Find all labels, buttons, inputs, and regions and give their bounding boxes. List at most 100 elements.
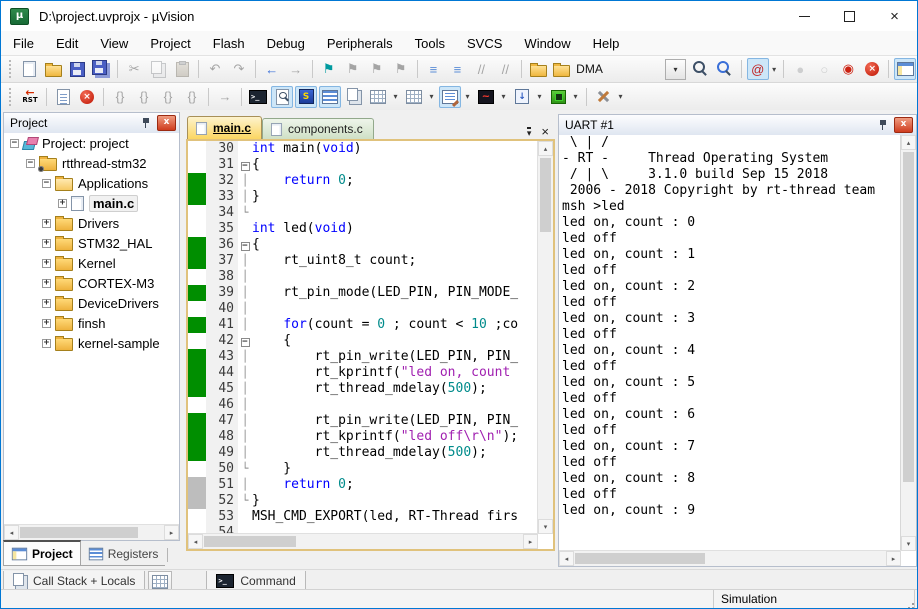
symbol-window-button[interactable]: S: [295, 86, 317, 108]
tree-item-devicedrivers[interactable]: +DeviceDrivers: [4, 293, 179, 313]
new-file-button[interactable]: [18, 58, 40, 80]
menu-project[interactable]: Project: [140, 33, 200, 54]
help-search-button[interactable]: @: [747, 58, 769, 80]
step-button[interactable]: {}: [109, 86, 131, 108]
expander-icon[interactable]: +: [42, 319, 51, 328]
menu-help[interactable]: Help: [583, 33, 630, 54]
project-hscroll-thumb[interactable]: [20, 527, 138, 538]
scroll-right-icon[interactable]: ▸: [164, 525, 179, 540]
scroll-up-icon[interactable]: ▴: [538, 141, 553, 156]
toolbox-button[interactable]: [592, 86, 614, 108]
prev-bookmark-button[interactable]: ⚑: [366, 58, 388, 80]
analysis-window-button[interactable]: ~: [475, 86, 497, 108]
navigate-back-button[interactable]: ←: [261, 58, 283, 80]
maximize-button[interactable]: [827, 1, 872, 31]
expander-icon[interactable]: +: [42, 279, 51, 288]
fold-collapse-icon[interactable]: −: [241, 338, 250, 347]
code-editor[interactable]: 30int main(void)31−{32│ return 0;33│}34└…: [188, 141, 538, 534]
scroll-left-icon[interactable]: ◂: [4, 525, 19, 540]
project-panel-close-icon[interactable]: x: [157, 115, 176, 131]
toolbox-button-dropdown[interactable]: ▾: [615, 86, 626, 108]
expander-icon[interactable]: +: [42, 259, 51, 268]
registers-window-button[interactable]: [319, 86, 341, 108]
uart-hscroll-thumb[interactable]: [575, 553, 705, 564]
menu-tools[interactable]: Tools: [405, 33, 455, 54]
editor-hscrollbar[interactable]: ◂ ▸: [188, 533, 538, 549]
menu-edit[interactable]: Edit: [46, 33, 88, 54]
tree-item-drivers[interactable]: +Drivers: [4, 213, 179, 233]
editor-tab-main-c[interactable]: main.c: [187, 116, 262, 139]
watch-window-button[interactable]: [367, 86, 389, 108]
show-next-statement-button[interactable]: [52, 86, 74, 108]
uncomment-button[interactable]: //: [494, 58, 516, 80]
kill-breakpoints-button[interactable]: ×: [861, 58, 883, 80]
expander-icon[interactable]: +: [42, 339, 51, 348]
run-to-cursor-button[interactable]: {}: [181, 86, 203, 108]
trace-window-button[interactable]: ↓: [511, 86, 533, 108]
close-file-icon[interactable]: ×: [541, 124, 549, 139]
outdent-button[interactable]: ≡: [446, 58, 468, 80]
trace-window-button-dropdown[interactable]: ▾: [534, 86, 545, 108]
disassembly-window-button[interactable]: [271, 86, 293, 108]
open-file-button[interactable]: [42, 58, 64, 80]
tree-item-main-c[interactable]: +main.c: [4, 193, 179, 213]
project-hscrollbar[interactable]: ◂ ▸: [4, 524, 179, 540]
expander-icon[interactable]: +: [58, 199, 67, 208]
find-in-files-button[interactable]: [690, 58, 712, 80]
expander-icon[interactable]: −: [42, 179, 51, 188]
uart-vscroll-thumb[interactable]: [903, 152, 914, 482]
undo-button[interactable]: ↶: [204, 58, 226, 80]
uart-vscrollbar[interactable]: ▴ ▾: [901, 135, 916, 551]
save-button[interactable]: [66, 58, 88, 80]
tab-project[interactable]: Project: [3, 540, 81, 566]
watch-window-button-dropdown[interactable]: ▾: [390, 86, 401, 108]
expander-icon[interactable]: −: [10, 139, 19, 148]
scroll-down-icon[interactable]: ▾: [901, 536, 916, 551]
step-out-button[interactable]: {}: [157, 86, 179, 108]
editor-hscroll-thumb[interactable]: [204, 536, 296, 547]
editor-tab-components-c[interactable]: components.c: [262, 118, 374, 139]
tree-item-applications[interactable]: −Applications: [4, 173, 179, 193]
step-over-button[interactable]: {}: [133, 86, 155, 108]
run-button[interactable]: →: [214, 86, 236, 108]
paste-button[interactable]: [171, 58, 193, 80]
menu-view[interactable]: View: [90, 33, 138, 54]
serial-window-button-dropdown[interactable]: ▾: [462, 86, 473, 108]
menu-peripherals[interactable]: Peripherals: [317, 33, 403, 54]
resize-grip[interactable]: [912, 603, 914, 605]
copy-button[interactable]: [147, 58, 169, 80]
tree-item-rtthread-stm32[interactable]: −rtthread-stm32: [4, 153, 179, 173]
pin-icon[interactable]: [141, 117, 151, 129]
scroll-up-icon[interactable]: ▴: [901, 135, 916, 150]
menu-debug[interactable]: Debug: [257, 33, 315, 54]
tree-item-cortex-m3[interactable]: +CORTEX-M3: [4, 273, 179, 293]
help-search-button-dropdown[interactable]: ▾: [770, 58, 779, 80]
save-all-button[interactable]: [90, 58, 112, 80]
comment-button[interactable]: //: [470, 58, 492, 80]
tab-registers[interactable]: Registers: [81, 543, 166, 566]
editor-vscroll-thumb[interactable]: [540, 158, 551, 232]
scroll-left-icon[interactable]: ◂: [559, 551, 574, 566]
uart-panel-close-icon[interactable]: x: [894, 117, 913, 133]
close-button[interactable]: ×: [872, 1, 917, 31]
tree-item-stm32-hal[interactable]: +STM32_HAL: [4, 233, 179, 253]
window-layout-button[interactable]: [894, 58, 916, 80]
scroll-right-icon[interactable]: ▸: [523, 534, 538, 549]
menu-file[interactable]: File: [3, 33, 44, 54]
menu-flash[interactable]: Flash: [203, 33, 255, 54]
tab-list-icon[interactable]: ▾: [527, 127, 532, 137]
indent-button[interactable]: ≡: [422, 58, 444, 80]
system-viewer-button-dropdown[interactable]: ▾: [570, 86, 581, 108]
reset-button[interactable]: RST: [19, 86, 41, 108]
insert-breakpoint-button[interactable]: ◉: [837, 58, 859, 80]
uart-output[interactable]: \ | /- RT - Thread Operating System / | …: [559, 135, 901, 551]
tree-item-kernel-sample[interactable]: +kernel-sample: [4, 333, 179, 353]
serial-window-button[interactable]: [439, 86, 461, 108]
stop-button[interactable]: ×: [76, 86, 98, 108]
memory-window-button[interactable]: [403, 86, 425, 108]
clear-bookmarks-button[interactable]: ⚑: [390, 58, 412, 80]
redo-button[interactable]: ↷: [228, 58, 250, 80]
editor-vscrollbar[interactable]: ▴ ▾: [537, 141, 553, 534]
menu-svcs[interactable]: SVCS: [457, 33, 512, 54]
incremental-find-button[interactable]: [714, 58, 736, 80]
